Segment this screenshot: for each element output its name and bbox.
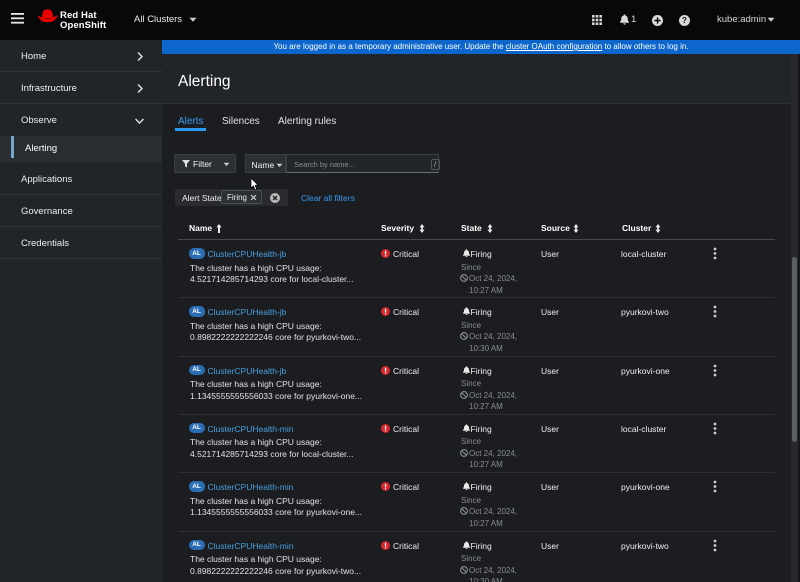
svg-text:?: ? bbox=[682, 16, 687, 25]
